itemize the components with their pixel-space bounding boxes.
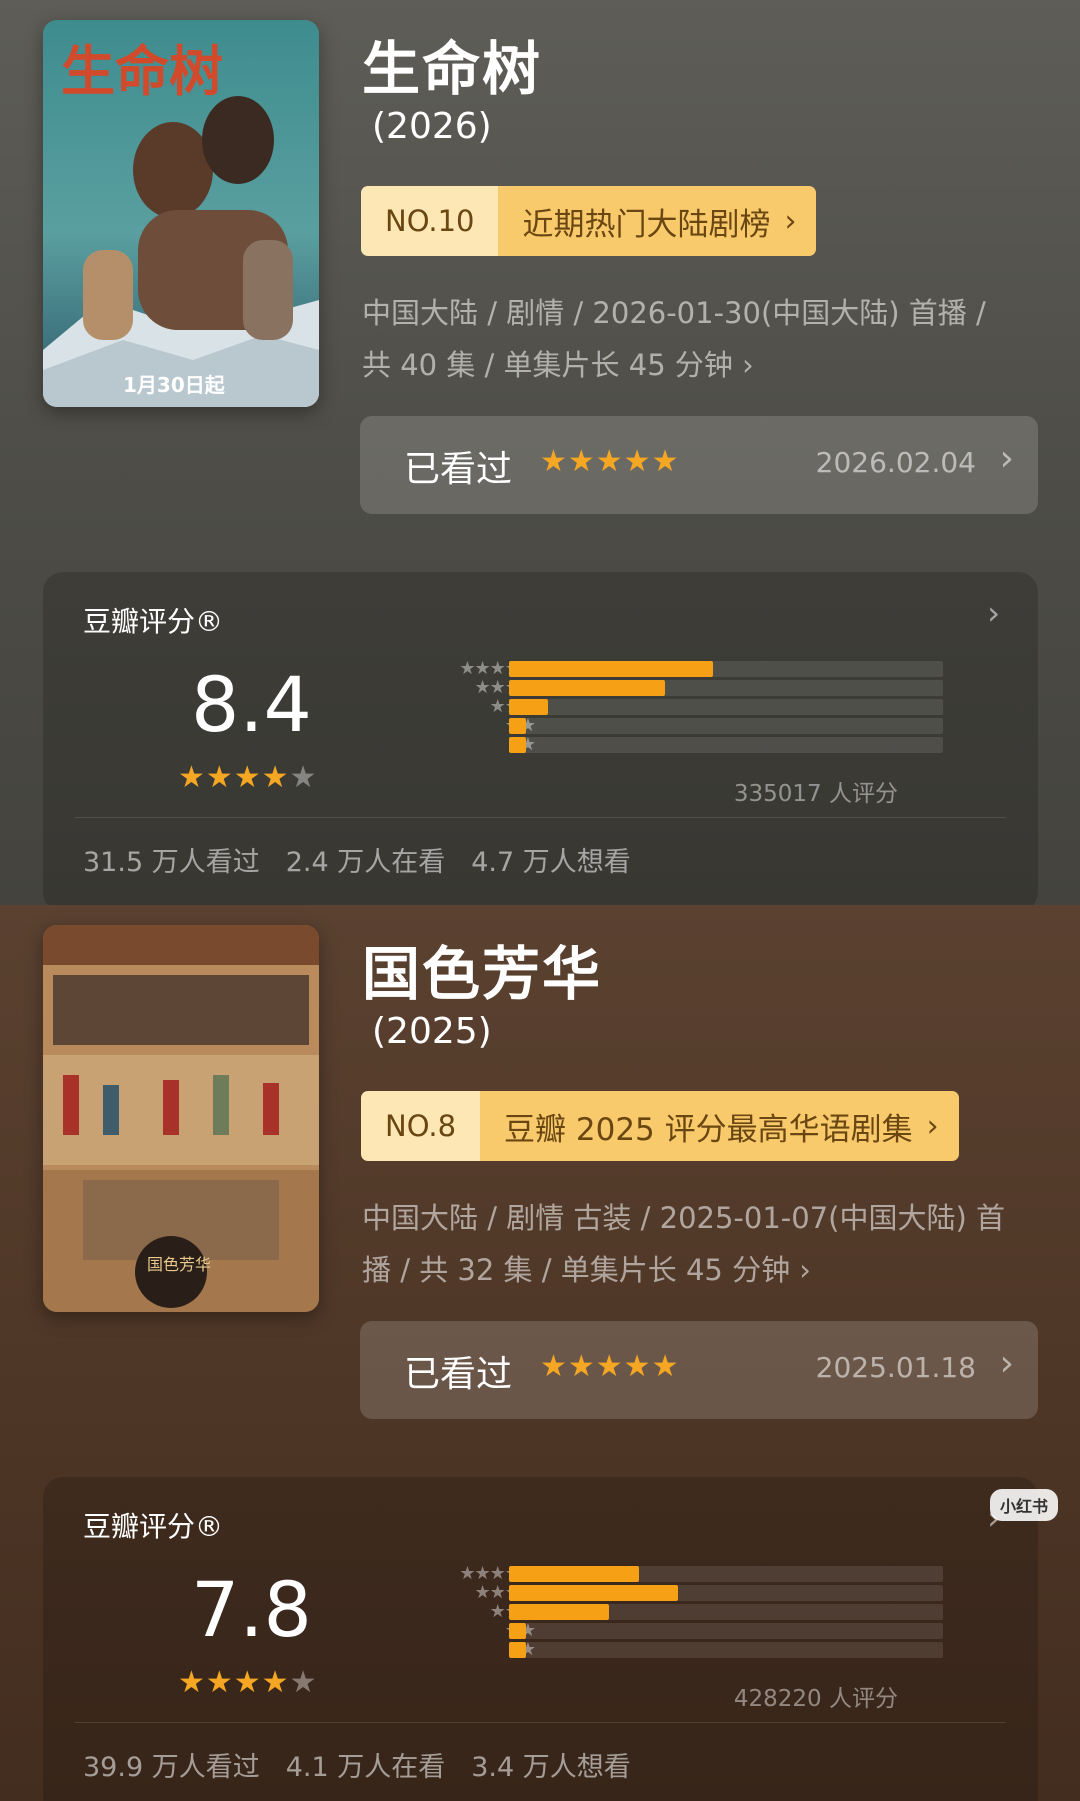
watched-status-button[interactable]: 已看过 ★★★★★ 2026.02.04 › [360, 416, 1038, 514]
rank-list-link[interactable]: 近期热门大陆剧榜 › [498, 186, 817, 256]
meta-line-1: 中国大陆 / 剧情 / 2026-01-30(中国大陆) 首播 / [362, 296, 986, 330]
poster-title: 国色芳华 [147, 1255, 211, 1274]
rank-list-label: 近期热门大陆剧榜 [522, 206, 771, 243]
distribution-bar [509, 1642, 526, 1658]
audience-stats: 39.9 万人看过 4.1 万人在看 3.4 万人想看 [83, 1745, 631, 1784]
show-title: 国色芳华 [362, 940, 603, 1008]
audience-stats: 31.5 万人看过 2.4 万人在看 4.7 万人想看 [83, 840, 631, 879]
stat-watching[interactable]: 2.4 万人在看 [286, 840, 446, 879]
distribution-bar [509, 1585, 678, 1601]
my-rating-stars: ★★★★★ [540, 1349, 680, 1384]
score-stars-filled: ★★★★ [178, 760, 290, 795]
rank-number: NO.8 [361, 1091, 481, 1161]
watched-label: 已看过 [404, 1354, 513, 1395]
distribution-bar-track [509, 661, 943, 677]
watched-label: 已看过 [404, 449, 513, 490]
chevron-right-icon: › [999, 1343, 1014, 1384]
divider [75, 1722, 1006, 1723]
rating-count: 335017 人评分 [733, 781, 898, 807]
distribution-bar-track [509, 1566, 943, 1582]
distribution-bar-track [509, 1642, 943, 1658]
show-year: (2025) [372, 1011, 492, 1052]
distribution-bar-track [509, 1585, 943, 1601]
rank-list-label: 豆瓣 2025 评分最高华语剧集 [504, 1111, 913, 1148]
stat-want[interactable]: 3.4 万人想看 [471, 1745, 631, 1784]
show-card-2: 国色芳华 国色芳华 (2025) NO.8 豆瓣 2025 评分最高华语剧集 ›… [0, 905, 1080, 1801]
rating-title: 豆瓣评分® [83, 1510, 224, 1543]
douban-rating-card[interactable]: 豆瓣评分® › 7.8 ★★★★★ ★★★★★★★★★★★★★★★ 428220… [43, 1477, 1038, 1801]
distribution-bar [509, 1566, 639, 1582]
poster-image[interactable]: 生命树 1月30日起 [43, 20, 319, 407]
chevron-right-icon: › [926, 1108, 939, 1144]
chevron-right-icon: › [987, 594, 1000, 632]
stat-want[interactable]: 4.7 万人想看 [471, 840, 631, 879]
poster-art: 生命树 1月30日起 [43, 20, 319, 407]
distribution-bar-track [509, 699, 943, 715]
meta-line-2: 共 40 集 / 单集片长 45 分钟 › [362, 348, 754, 382]
watched-status-button[interactable]: 已看过 ★★★★★ 2025.01.18 › [360, 1321, 1038, 1419]
meta-line-2: 播 / 共 32 集 / 单集片长 45 分钟 › [362, 1253, 811, 1287]
douban-rating-card[interactable]: 豆瓣评分® › 8.4 ★★★★★ ★★★★★★★★★★★★★★★ 335017… [43, 572, 1038, 905]
rating-title: 豆瓣评分® [83, 605, 224, 638]
rating-score: 8.4 [191, 660, 312, 749]
stat-watched[interactable]: 31.5 万人看过 [83, 840, 260, 879]
show-meta[interactable]: 中国大陆 / 剧情 / 2026-01-30(中国大陆) 首播 / 共 40 集… [362, 287, 1042, 391]
distribution-bar [509, 1623, 526, 1639]
watermark-badge: 小红书 [989, 1489, 1058, 1521]
score-stars-empty: ★ [289, 1665, 318, 1700]
poster-art: 国色芳华 [43, 925, 319, 1312]
distribution-bar [509, 699, 548, 715]
rank-number: NO.10 [361, 186, 499, 256]
rating-count: 428220 人评分 [733, 1686, 898, 1712]
show-year: (2026) [372, 106, 492, 147]
poster-image[interactable]: 国色芳华 [43, 925, 319, 1312]
rating-score: 7.8 [191, 1565, 312, 1654]
show-title: 生命树 [362, 35, 543, 103]
distribution-bar [509, 718, 526, 734]
divider [75, 817, 1006, 818]
distribution-bar-track [509, 1604, 943, 1620]
distribution-bar-track [509, 718, 943, 734]
stat-watched[interactable]: 39.9 万人看过 [83, 1745, 260, 1784]
score-stars-empty: ★ [289, 760, 318, 795]
rank-list-link[interactable]: 豆瓣 2025 评分最高华语剧集 › [480, 1091, 959, 1161]
distribution-bar [509, 1604, 609, 1620]
distribution-bar-track [509, 1623, 943, 1639]
watched-date: 2025.01.18 [815, 1351, 976, 1384]
distribution-bar-track [509, 737, 943, 753]
meta-line-1: 中国大陆 / 剧情 古装 / 2025-01-07(中国大陆) 首 [362, 1201, 1006, 1235]
rank-badge[interactable]: NO.10 近期热门大陆剧榜 › [361, 186, 817, 256]
score-stars: ★★★★★ [178, 1665, 317, 1700]
poster-title: 生命树 [61, 40, 223, 103]
score-stars-filled: ★★★★ [178, 1665, 290, 1700]
distribution-bar-track [509, 680, 943, 696]
distribution-bar [509, 737, 526, 753]
chevron-right-icon: › [784, 203, 797, 239]
chevron-right-icon: › [999, 438, 1014, 479]
score-stars: ★★★★★ [178, 760, 317, 795]
watched-date: 2026.02.04 [815, 446, 976, 479]
rank-badge[interactable]: NO.8 豆瓣 2025 评分最高华语剧集 › [361, 1091, 959, 1161]
rating-distribution: ★★★★★★★★★★★★★★★ [355, 1565, 945, 1665]
distribution-bar [509, 680, 665, 696]
rating-distribution: ★★★★★★★★★★★★★★★ [355, 660, 945, 760]
show-card-1: 生命树 1月30日起 生命树 (2026) NO.10 近期热门大陆剧榜 › 中… [0, 0, 1080, 905]
poster-date: 1月30日起 [123, 373, 226, 397]
my-rating-stars: ★★★★★ [540, 444, 680, 479]
distribution-bar [509, 661, 713, 677]
stat-watching[interactable]: 4.1 万人在看 [286, 1745, 446, 1784]
show-meta[interactable]: 中国大陆 / 剧情 古装 / 2025-01-07(中国大陆) 首 播 / 共 … [362, 1192, 1042, 1296]
